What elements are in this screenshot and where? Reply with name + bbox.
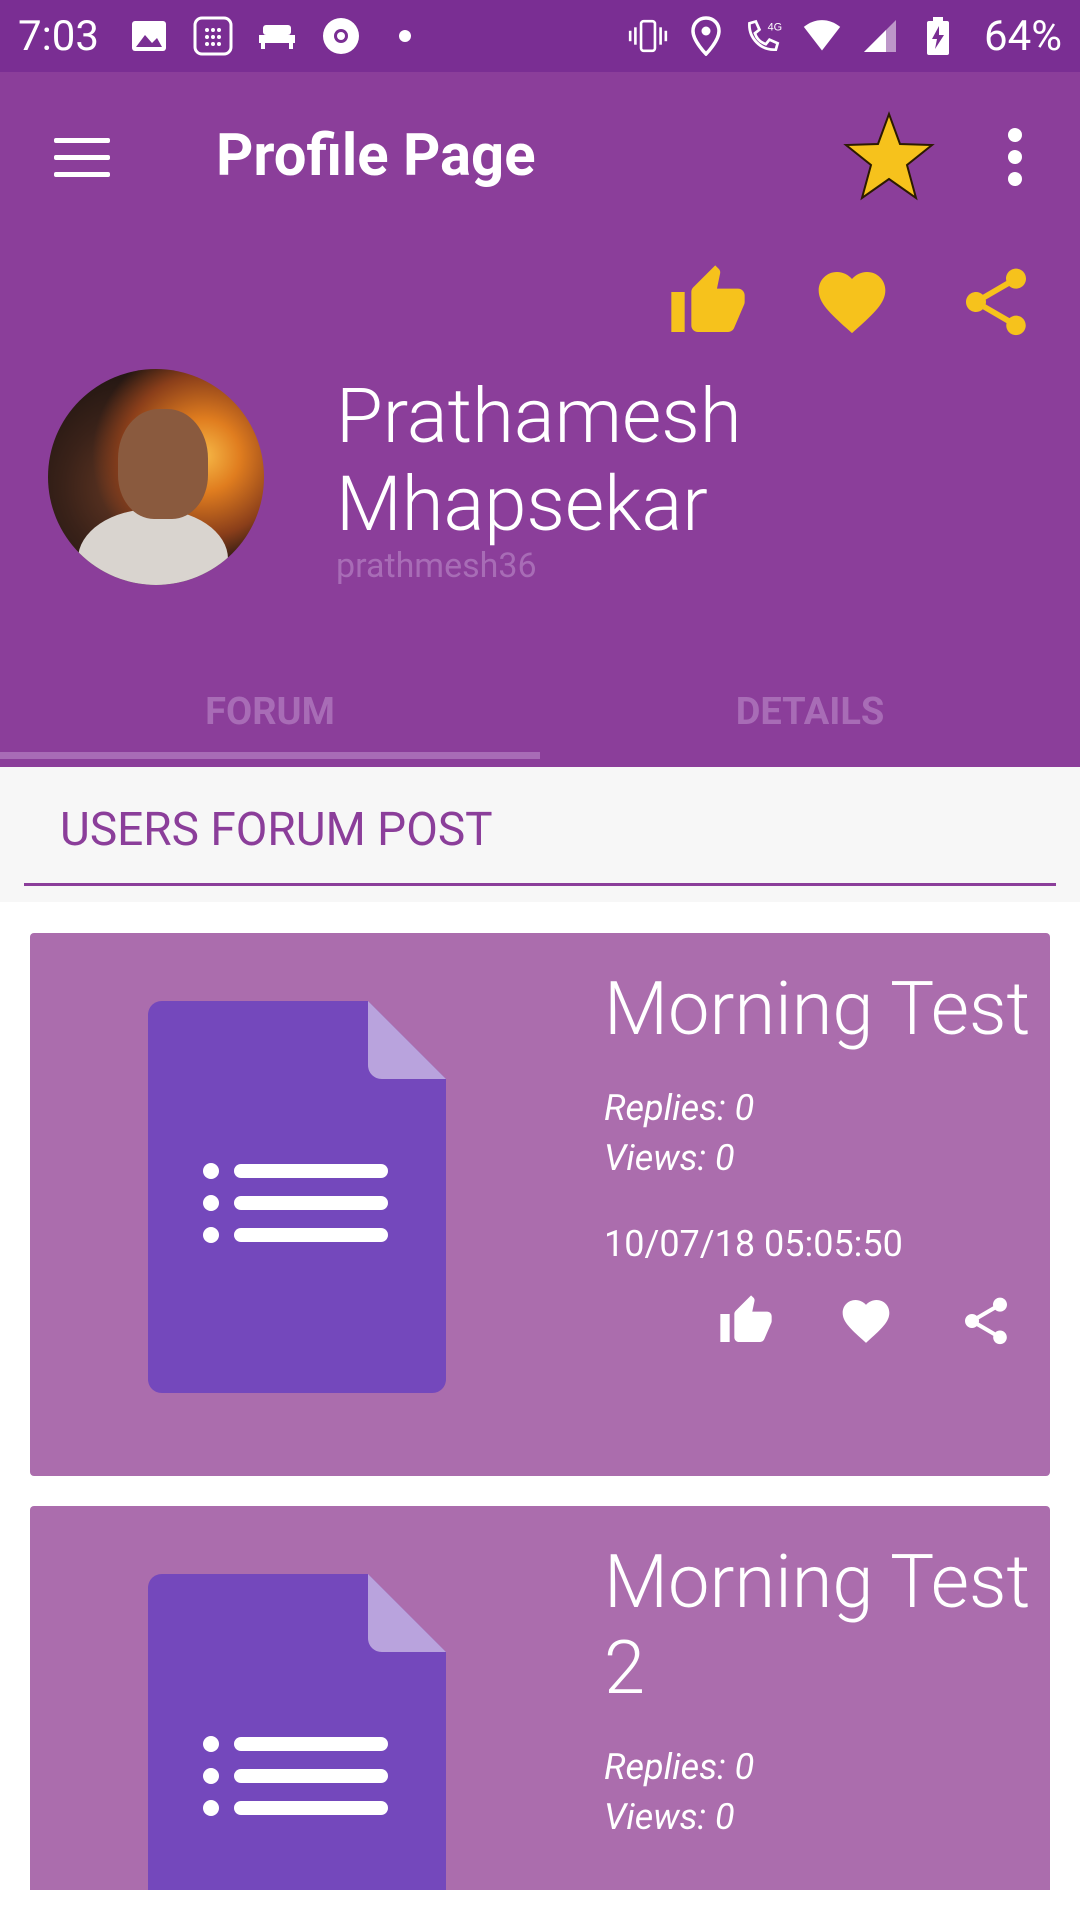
thumbs-up-icon: [720, 1295, 772, 1342]
dot-icon: [385, 16, 425, 56]
tab-details[interactable]: DETAILS: [540, 662, 1080, 767]
forum-post-card[interactable]: Morning Test 2 Replies: 0 Views: 0: [30, 1506, 1050, 1920]
profile-actions: [0, 262, 1080, 342]
toolbar: Profile Page: [0, 72, 1080, 242]
thumbs-up-icon: [671, 265, 745, 332]
post-title-line1: Morning Test: [604, 1539, 1031, 1626]
location-icon: [686, 16, 726, 56]
star-icon: [843, 111, 935, 201]
avatar-shirt: [78, 509, 228, 585]
menu-icon-bar: [54, 172, 110, 177]
post-replies: Replies: 0: [604, 1087, 755, 1129]
profile-name: Prathamesh Mhapsekar: [336, 372, 1036, 548]
calculator-icon: [193, 16, 233, 56]
post-share-button[interactable]: [958, 1293, 1014, 1349]
post-like-button[interactable]: [718, 1293, 774, 1349]
post-replies: Replies: 0: [604, 1746, 755, 1788]
heart-icon: [842, 1300, 890, 1343]
post-love-button[interactable]: [838, 1293, 894, 1349]
document-icon: [148, 1574, 446, 1920]
post-title-line2: 2: [604, 1625, 646, 1712]
signal-icon: [860, 16, 900, 56]
post-views: Views: 0: [604, 1137, 735, 1179]
section-title: USERS FORUM POST: [60, 803, 493, 857]
section-divider: [24, 883, 1056, 886]
love-button[interactable]: [812, 262, 892, 342]
avatar[interactable]: [48, 369, 264, 585]
status-time: 7:03: [18, 11, 99, 61]
overflow-icon: [1008, 128, 1022, 142]
post-title: Morning Test: [604, 966, 1031, 1053]
post-date: 10/07/18 05:05:50: [604, 1223, 903, 1265]
favorite-button[interactable]: [842, 110, 936, 204]
tab-indicator: [0, 752, 540, 759]
overflow-menu-button[interactable]: [998, 128, 1032, 188]
battery-percent: 64%: [984, 11, 1062, 61]
profile-header: Profile Page Prathamesh Mhapsekar prathm…: [0, 72, 1080, 767]
screen-bottom-edge: [0, 1890, 1080, 1920]
menu-icon: [54, 138, 110, 143]
section-header: USERS FORUM POST: [0, 767, 1080, 902]
post-views: Views: 0: [604, 1796, 735, 1838]
bed-icon: [257, 16, 297, 56]
overflow-icon-dot: [1008, 150, 1022, 164]
profile-last-name: Mhapsekar: [336, 459, 708, 549]
overflow-icon-dot: [1008, 172, 1022, 186]
post-title: Morning Test 2: [604, 1540, 1044, 1712]
share-icon: [966, 268, 1026, 336]
page-title: Profile Page: [216, 122, 536, 190]
forum-post-card[interactable]: Morning Test Replies: 0 Views: 0 10/07/1…: [30, 933, 1050, 1476]
menu-icon-bar: [54, 155, 110, 160]
vibrate-icon: [628, 16, 668, 56]
wifi-icon: [802, 16, 842, 56]
chrome-icon: [321, 16, 361, 56]
battery-charging-icon: [918, 16, 958, 56]
notification-icons: [129, 16, 425, 56]
gallery-icon: [129, 16, 169, 56]
menu-button[interactable]: [50, 130, 114, 186]
like-button[interactable]: [668, 262, 748, 342]
profile-username: prathmesh36: [336, 546, 537, 586]
status-bar: 7:03 4G 64%: [0, 0, 1080, 72]
share-button[interactable]: [956, 262, 1036, 342]
network-type-label: 4G: [768, 22, 783, 34]
share-icon: [965, 1297, 1007, 1345]
system-icons: 4G 64%: [628, 12, 1062, 61]
post-actions: [710, 1293, 1050, 1353]
document-icon: [148, 1001, 446, 1393]
avatar-face: [118, 409, 208, 519]
profile-first-name: Prathamesh: [336, 371, 742, 461]
volte-call-icon: 4G: [744, 16, 784, 56]
heart-icon: [818, 272, 886, 334]
